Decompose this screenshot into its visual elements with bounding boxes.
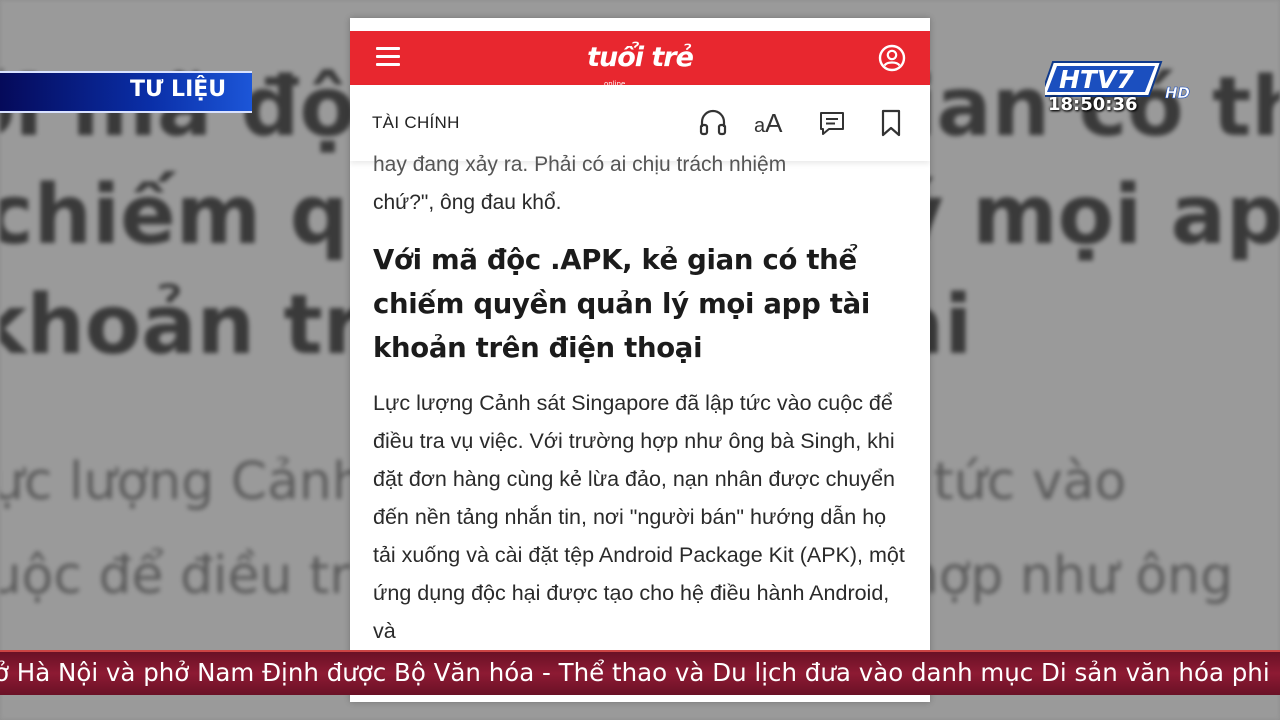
previous-line: hay đang xảy ra. Phải có ai chịu trách n… xyxy=(373,153,787,176)
broadcast-clock: 18:50:36 xyxy=(1048,94,1138,115)
account-icon[interactable] xyxy=(878,44,906,72)
menu-icon[interactable] xyxy=(376,47,400,67)
phone-screenshot: tuổi trẻ online TÀI CHÍNH aA hay đang xả… xyxy=(350,18,930,702)
previous-paragraph: hay đang xảy ra. Phải có ai chịu trách n… xyxy=(373,146,913,222)
segment-label: TƯ LIỆU xyxy=(130,77,227,102)
text-size-icon[interactable]: aA xyxy=(754,107,792,139)
segment-tag: TƯ LIỆU xyxy=(0,71,252,113)
article-content: hay đang xảy ra. Phải có ai chịu trách n… xyxy=(373,146,913,650)
article-paragraph: Lực lượng Cảnh sát Singapore đã lập tức … xyxy=(373,391,905,643)
news-ticker: ở Hà Nội và phở Nam Định được Bộ Văn hóa… xyxy=(0,650,1280,695)
article-subheading: Với mã độc .APK, kẻ gian có thể chiếm qu… xyxy=(373,244,870,364)
channel-name: HTV7 xyxy=(1059,65,1134,94)
text-size-small: a xyxy=(754,115,766,137)
section-label[interactable]: TÀI CHÍNH xyxy=(372,113,460,133)
headphones-icon[interactable] xyxy=(697,107,729,139)
previous-line: chứ?", ông đau khổ. xyxy=(373,191,562,214)
site-logo[interactable]: tuổi trẻ online xyxy=(560,39,720,88)
text-size-large: A xyxy=(765,108,783,138)
comment-icon[interactable] xyxy=(816,107,848,139)
bookmark-icon[interactable] xyxy=(875,107,907,139)
ticker-text: ở Hà Nội và phở Nam Định được Bộ Văn hóa… xyxy=(0,658,1270,687)
channel-suffix: HD xyxy=(1165,84,1190,100)
app-header: tuổi trẻ online xyxy=(350,31,930,88)
logo-text: tuổi trẻ xyxy=(587,42,694,73)
